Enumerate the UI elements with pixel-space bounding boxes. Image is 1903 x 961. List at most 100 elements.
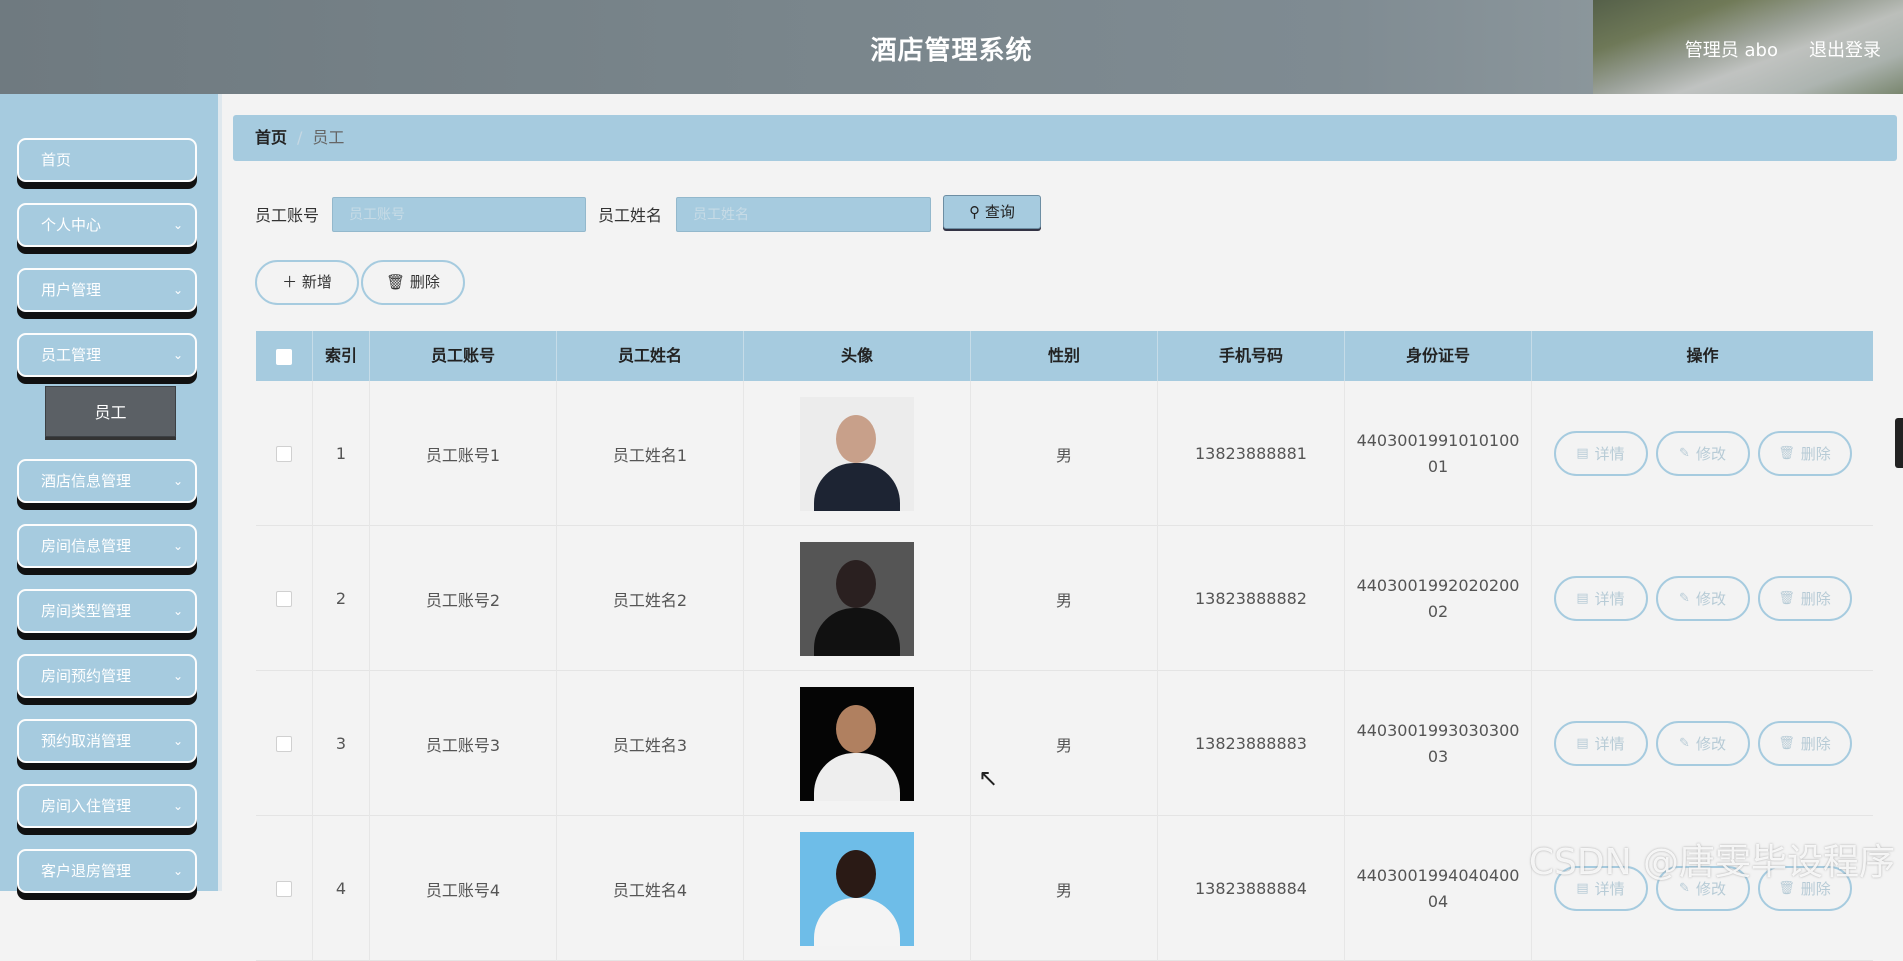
name-cell: 员工姓名3 xyxy=(557,671,744,816)
sidebar-item-hotel-info[interactable]: 酒店信息管理 ⌄ xyxy=(17,459,197,503)
account-cell: 员工账号2 xyxy=(370,526,557,671)
phone-cell: 13823888883 xyxy=(1158,671,1345,816)
app-title: 酒店管理系统 xyxy=(870,36,1033,66)
sidebar-item-personal-center[interactable]: 个人中心 ⌄ xyxy=(17,203,197,247)
table-header: 索引 员工账号 员工姓名 头像 性别 手机号码 身份证号 操作 xyxy=(256,331,1873,381)
sidebar-item-staff-management[interactable]: 员工管理 ⌄ xyxy=(17,333,197,377)
sidebar-item-room-booking[interactable]: 房间预约管理 ⌄ xyxy=(17,654,197,698)
detail-button[interactable]: ▤ 详情 xyxy=(1553,721,1648,766)
logout-button[interactable]: 退出登录 xyxy=(1809,36,1881,62)
delete-label: 删除 xyxy=(1800,735,1831,753)
column-header: 索引 xyxy=(313,331,370,381)
name-cell: 员工姓名2 xyxy=(557,526,744,671)
row-select-cell xyxy=(256,816,313,961)
chevron-down-icon: ⌄ xyxy=(172,283,183,297)
index-cell: 3 xyxy=(313,671,370,816)
row-checkbox[interactable] xyxy=(276,445,292,462)
detail-label: 详情 xyxy=(1594,590,1625,608)
breadcrumb-current: 员工 xyxy=(312,128,345,147)
query-button[interactable]: ⚲ 查询 xyxy=(943,195,1041,229)
idcard-cell: 440300199202020002 xyxy=(1345,526,1532,671)
avatar-head xyxy=(836,704,876,753)
phone-cell: 13823888881 xyxy=(1158,381,1345,526)
top-header: 酒店管理系统 管理员 abo 退出登录 xyxy=(0,0,1903,94)
chevron-down-icon: ⌄ xyxy=(172,799,183,813)
sidebar-item-user-management[interactable]: 用户管理 ⌄ xyxy=(17,268,197,312)
row-checkbox[interactable] xyxy=(276,880,292,897)
avatar-body xyxy=(814,752,900,801)
sidebar-item-label: 员工管理 xyxy=(41,346,102,364)
add-label: 新增 xyxy=(301,273,332,291)
pencil-icon: ✎ xyxy=(1679,591,1690,606)
column-header: 手机号码 xyxy=(1158,331,1345,381)
avatar-cell xyxy=(744,526,971,671)
breadcrumb-home[interactable]: 首页 xyxy=(255,128,287,147)
avatar-head xyxy=(836,414,876,463)
account-label: 员工账号 xyxy=(255,206,320,225)
pencil-icon: ✎ xyxy=(1679,446,1690,461)
document-icon: ▤ xyxy=(1576,446,1589,461)
operations-cell: ▤ 详情 ✎ 修改 🗑 删除 xyxy=(1532,671,1873,816)
trash-icon: 🗑 xyxy=(1778,736,1795,751)
index-cell: 4 xyxy=(313,816,370,961)
batch-delete-button[interactable]: 🗑 删除 xyxy=(361,260,465,305)
sidebar-subitem-staff[interactable]: 员工 xyxy=(45,386,176,437)
gender-cell: 男 xyxy=(971,816,1158,961)
avatar-body xyxy=(814,462,900,511)
sidebar-item-label: 房间信息管理 xyxy=(41,537,132,555)
name-cell: 员工姓名4 xyxy=(557,816,744,961)
add-button[interactable]: ＋ 新增 xyxy=(255,260,359,305)
delete-button[interactable]: 🗑 删除 xyxy=(1757,576,1852,621)
row-select-cell xyxy=(256,526,313,671)
index-cell: 2 xyxy=(313,526,370,671)
delete-label: 删除 xyxy=(1800,590,1831,608)
select-all-cell[interactable] xyxy=(256,331,313,381)
name-search-input[interactable] xyxy=(676,197,931,232)
edit-button[interactable]: ✎ 修改 xyxy=(1655,721,1750,766)
sidebar-item-label: 预约取消管理 xyxy=(41,732,132,750)
sidebar-item-check-out[interactable]: 客户退房管理 ⌄ xyxy=(17,849,197,893)
avatar xyxy=(800,686,914,801)
select-all-checkbox[interactable] xyxy=(276,348,292,365)
table-row: 1 员工账号1 员工姓名1 男 13823888881 440300199101… xyxy=(256,381,1873,526)
chevron-down-icon: ⌄ xyxy=(172,669,183,683)
gender-cell: 男 xyxy=(971,526,1158,671)
detail-button[interactable]: ▤ 详情 xyxy=(1553,576,1648,621)
avatar-head xyxy=(836,849,876,898)
search-icon: ⚲ xyxy=(969,203,981,221)
edit-button[interactable]: ✎ 修改 xyxy=(1655,576,1750,621)
document-icon: ▤ xyxy=(1576,591,1589,606)
sidebar-item-label: 个人中心 xyxy=(41,216,102,234)
delete-label: 删除 xyxy=(409,273,440,291)
trash-icon: 🗑 xyxy=(1778,446,1795,461)
sidebar-item-booking-cancel[interactable]: 预约取消管理 ⌄ xyxy=(17,719,197,763)
sidebar-item-home[interactable]: 首页 xyxy=(17,138,197,182)
sidebar-item-room-type[interactable]: 房间类型管理 ⌄ xyxy=(17,589,197,633)
sidebar-item-room-info[interactable]: 房间信息管理 ⌄ xyxy=(17,524,197,568)
account-cell: 员工账号3 xyxy=(370,671,557,816)
row-checkbox[interactable] xyxy=(276,735,292,752)
side-drawer-handle[interactable] xyxy=(1895,418,1903,468)
chevron-down-icon: ⌄ xyxy=(172,218,183,232)
edit-button[interactable]: ✎ 修改 xyxy=(1655,431,1750,476)
chevron-down-icon: ⌄ xyxy=(172,348,183,362)
chevron-down-icon: ⌄ xyxy=(172,539,183,553)
sidebar-item-label: 房间预约管理 xyxy=(41,667,132,685)
sidebar-item-label: 房间入住管理 xyxy=(41,797,132,815)
row-checkbox[interactable] xyxy=(276,590,292,607)
edit-label: 修改 xyxy=(1695,590,1726,608)
account-search-input[interactable] xyxy=(332,197,586,232)
detail-button[interactable]: ▤ 详情 xyxy=(1553,431,1648,476)
avatar-body xyxy=(814,897,900,946)
chevron-down-icon: ⌄ xyxy=(172,474,183,488)
name-cell: 员工姓名1 xyxy=(557,381,744,526)
sidebar-item-check-in[interactable]: 房间入住管理 ⌄ xyxy=(17,784,197,828)
delete-button[interactable]: 🗑 删除 xyxy=(1757,431,1852,476)
column-header: 头像 xyxy=(744,331,971,381)
avatar-cell xyxy=(744,816,971,961)
delete-button[interactable]: 🗑 删除 xyxy=(1757,721,1852,766)
sidebar-item-label: 酒店信息管理 xyxy=(41,472,132,490)
index-cell: 1 xyxy=(313,381,370,526)
edit-label: 修改 xyxy=(1695,735,1726,753)
sidebar-scrollbar[interactable] xyxy=(218,94,222,891)
